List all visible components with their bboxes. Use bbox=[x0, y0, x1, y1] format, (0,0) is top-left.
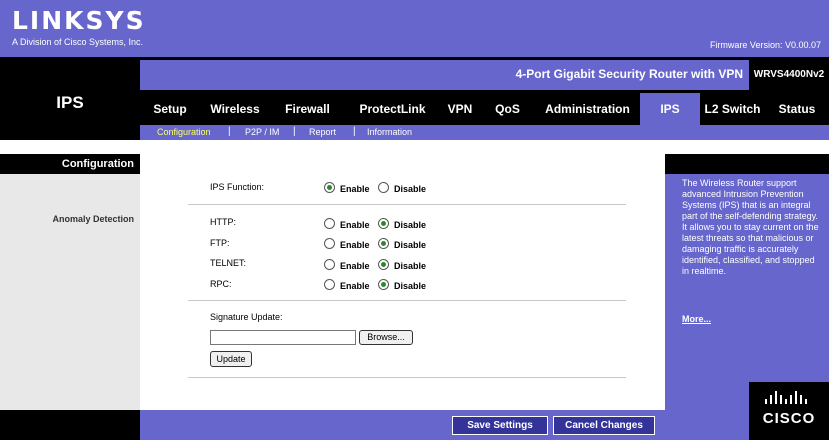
subtab-separator: | bbox=[353, 126, 356, 137]
signature-file-input[interactable] bbox=[210, 330, 356, 345]
page-title: IPS bbox=[56, 93, 84, 112]
enable-label: Enable bbox=[340, 281, 370, 291]
disable-label: Disable bbox=[394, 281, 427, 291]
tab-firewall[interactable]: Firewall bbox=[270, 93, 345, 125]
section-label-anomaly-detection: Anomaly Detection bbox=[52, 214, 134, 224]
main-content: IPS Function: Enable Disable HTTP: Enabl… bbox=[140, 140, 665, 410]
enable-label: Enable bbox=[340, 184, 370, 194]
tab-status[interactable]: Status bbox=[765, 93, 829, 125]
signature-update-label: Signature Update: bbox=[210, 312, 283, 322]
tab-wireless[interactable]: Wireless bbox=[200, 93, 270, 125]
enable-label: Enable bbox=[340, 261, 370, 271]
main-tabs: Setup Wireless Firewall ProtectLink VPN … bbox=[140, 93, 829, 125]
update-button[interactable]: Update bbox=[210, 351, 252, 367]
ips-disable-radio[interactable] bbox=[378, 182, 389, 193]
subtab-bar bbox=[140, 125, 829, 140]
rpc-enable-radio[interactable] bbox=[324, 279, 335, 290]
cisco-wordmark: CISCO bbox=[762, 410, 816, 427]
subtab-p2p-im[interactable]: P2P / IM bbox=[245, 127, 279, 137]
tab-administration[interactable]: Administration bbox=[535, 93, 640, 125]
ips-function-label: IPS Function: bbox=[210, 182, 265, 192]
enable-label: Enable bbox=[340, 220, 370, 230]
telnet-label: TELNET: bbox=[210, 258, 247, 268]
help-panel-header bbox=[665, 154, 829, 174]
rpc-label: RPC: bbox=[210, 279, 232, 289]
tab-setup[interactable]: Setup bbox=[140, 93, 200, 125]
enable-label: Enable bbox=[340, 240, 370, 250]
http-enable-radio[interactable] bbox=[324, 218, 335, 229]
footer-left bbox=[0, 410, 140, 440]
registered-mark: ® bbox=[128, 10, 134, 19]
more-link[interactable]: More... bbox=[682, 314, 711, 324]
divider bbox=[188, 300, 626, 301]
firmware-version: Firmware Version: V0.00.07 bbox=[709, 40, 821, 50]
ftp-label: FTP: bbox=[210, 238, 230, 248]
divider bbox=[188, 377, 626, 378]
footer-bar bbox=[140, 410, 749, 440]
save-settings-button[interactable]: Save Settings bbox=[452, 416, 548, 435]
tab-vpn[interactable]: VPN bbox=[440, 93, 480, 125]
subtab-report[interactable]: Report bbox=[309, 127, 336, 137]
subtab-configuration[interactable]: Configuration bbox=[157, 127, 211, 137]
disable-label: Disable bbox=[394, 261, 427, 271]
model-number: WRVS4400Nv2 bbox=[749, 60, 829, 90]
logo-subtitle: A Division of Cisco Systems, Inc. bbox=[12, 37, 144, 47]
cisco-bars-icon bbox=[765, 391, 807, 404]
disable-label: Disable bbox=[394, 184, 427, 194]
disable-label: Disable bbox=[394, 240, 427, 250]
subtab-information[interactable]: Information bbox=[367, 127, 412, 137]
browse-button[interactable]: Browse... bbox=[359, 330, 413, 345]
ips-enable-radio[interactable] bbox=[324, 182, 335, 193]
telnet-disable-radio[interactable] bbox=[378, 259, 389, 270]
rpc-disable-radio[interactable] bbox=[378, 279, 389, 290]
tab-l2-switch[interactable]: L2 Switch bbox=[700, 93, 765, 125]
tab-qos[interactable]: QoS bbox=[485, 93, 530, 125]
telnet-enable-radio[interactable] bbox=[324, 259, 335, 270]
http-disable-radio[interactable] bbox=[378, 218, 389, 229]
section-header-configuration: Configuration bbox=[0, 154, 140, 174]
tab-protectlink[interactable]: ProtectLink bbox=[345, 93, 440, 125]
product-name: 4-Port Gigabit Security Router with VPN bbox=[515, 67, 743, 81]
http-label: HTTP: bbox=[210, 217, 236, 227]
left-section-panel: Anomaly Detection bbox=[0, 174, 140, 410]
cancel-changes-button[interactable]: Cancel Changes bbox=[553, 416, 655, 435]
ftp-disable-radio[interactable] bbox=[378, 238, 389, 249]
section-label-configuration: Configuration bbox=[61, 158, 134, 170]
tab-ips[interactable]: IPS bbox=[640, 93, 700, 125]
subtab-separator: | bbox=[293, 126, 296, 137]
help-text: The Wireless Router support advanced Int… bbox=[682, 178, 819, 276]
linksys-logo: LINKSYS bbox=[12, 6, 146, 35]
subtab-separator: | bbox=[228, 126, 231, 137]
ftp-enable-radio[interactable] bbox=[324, 238, 335, 249]
divider bbox=[188, 204, 626, 205]
disable-label: Disable bbox=[394, 220, 427, 230]
